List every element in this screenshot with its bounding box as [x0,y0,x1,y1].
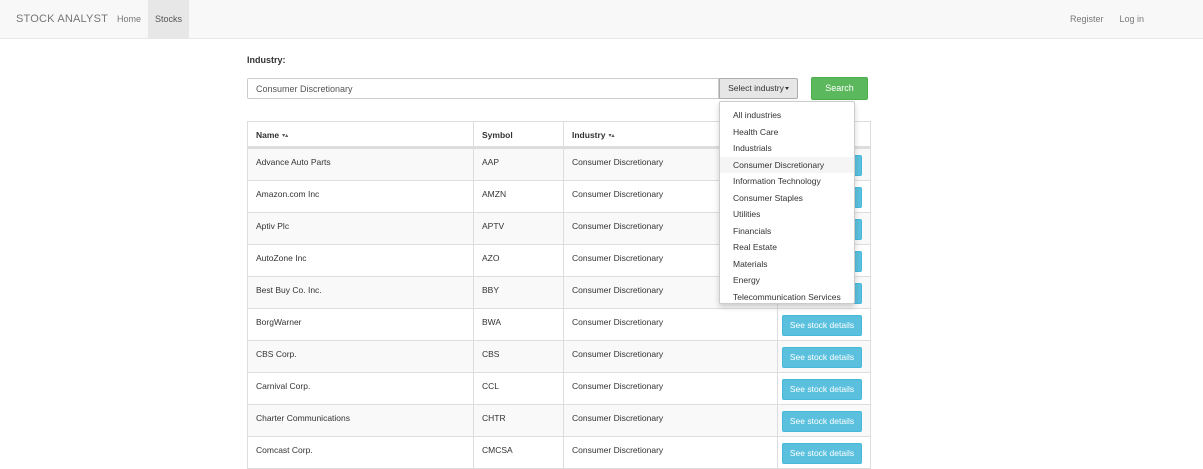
dropdown-item-telecommunication-services[interactable]: Telecommunication Services [720,289,854,306]
sort-arrows-icon[interactable]: ▾▴ [282,132,288,139]
table-row: CBS Corp. CBS Consumer Discretionary See… [248,340,870,372]
dropdown-item-all-industries[interactable]: All industries [720,107,854,124]
dropdown-item-information-technology[interactable]: Information Technology [720,173,854,190]
dropdown-item-industrials[interactable]: Industrials [720,140,854,157]
cell-actions: See stock details [778,373,870,404]
cell-name: Charter Communications [248,405,474,436]
cell-actions: See stock details [778,341,870,372]
select-industry-label: Select industry [728,83,784,93]
cell-symbol: AAP [474,149,564,180]
brand-logo[interactable]: STOCK ANALYST [16,13,108,25]
industry-dropdown-menu: All industries Health Care Industrials C… [719,101,855,304]
cell-symbol: APTV [474,213,564,244]
cell-name: Aptiv Plc [248,213,474,244]
cell-industry: Consumer Discretionary [564,309,778,340]
cell-symbol: BWA [474,309,564,340]
dropdown-item-energy[interactable]: Energy [720,272,854,289]
cell-name: Carnival Corp. [248,373,474,404]
nav-left: Home Stocks [110,0,190,38]
cell-name: Comcast Corp. [248,437,474,468]
navbar: STOCK ANALYST Home Stocks Register Log i… [0,0,1203,39]
table-row: BorgWarner BWA Consumer Discretionary Se… [248,308,870,340]
dropdown-item-financials[interactable]: Financials [720,223,854,240]
header-name[interactable]: Name ▾▴ [248,122,474,146]
search-button[interactable]: Search [811,77,868,100]
cell-symbol: AMZN [474,181,564,212]
select-industry-button[interactable]: Select industry [719,78,798,99]
see-stock-details-button[interactable]: See stock details [782,411,862,432]
caret-down-icon [784,87,789,91]
nav-link-register[interactable]: Register [1062,0,1112,38]
industry-input[interactable] [247,78,719,99]
table-row: Charter Communications CHTR Consumer Dis… [248,404,870,436]
cell-symbol: CHTR [474,405,564,436]
industry-label: Industry: [247,55,286,65]
cell-actions: See stock details [778,309,870,340]
cell-symbol: CCL [474,373,564,404]
cell-name: Best Buy Co. Inc. [248,277,474,308]
cell-name: Amazon.com Inc [248,181,474,212]
nav-link-stocks[interactable]: Stocks [148,0,190,38]
header-symbol: Symbol [474,122,564,146]
dropdown-item-health-care[interactable]: Health Care [720,124,854,141]
cell-name: BorgWarner [248,309,474,340]
cell-industry: Consumer Discretionary [564,405,778,436]
see-stock-details-button[interactable]: See stock details [782,379,862,400]
cell-symbol: BBY [474,277,564,308]
cell-symbol: CMCSA [474,437,564,468]
header-name-label: Name [256,130,280,140]
cell-symbol: CBS [474,341,564,372]
cell-name: AutoZone Inc [248,245,474,276]
cell-industry: Consumer Discretionary [564,341,778,372]
nav-right: Register Log in [1062,0,1152,38]
see-stock-details-button[interactable]: See stock details [782,347,862,368]
sort-arrows-icon[interactable]: ▾▴ [609,132,615,139]
see-stock-details-button[interactable]: See stock details [782,443,862,464]
nav-link-home[interactable]: Home [110,0,148,38]
cell-symbol: AZO [474,245,564,276]
table-row: Carnival Corp. CCL Consumer Discretionar… [248,372,870,404]
header-symbol-label: Symbol [482,130,513,140]
cell-industry: Consumer Discretionary [564,373,778,404]
nav-link-login[interactable]: Log in [1111,0,1152,38]
cell-actions: See stock details [778,437,870,468]
header-industry-label: Industry [572,130,606,140]
cell-actions: See stock details [778,405,870,436]
cell-name: Advance Auto Parts [248,149,474,180]
table-row: Comcast Corp. CMCSA Consumer Discretiona… [248,436,870,468]
see-stock-details-button[interactable]: See stock details [782,315,862,336]
dropdown-item-consumer-discretionary[interactable]: Consumer Discretionary [720,156,854,173]
dropdown-item-consumer-staples[interactable]: Consumer Staples [720,190,854,207]
dropdown-item-materials[interactable]: Materials [720,256,854,273]
cell-industry: Consumer Discretionary [564,437,778,468]
dropdown-item-utilities[interactable]: Utilities [720,206,854,223]
cell-name: CBS Corp. [248,341,474,372]
dropdown-item-real-estate[interactable]: Real Estate [720,239,854,256]
